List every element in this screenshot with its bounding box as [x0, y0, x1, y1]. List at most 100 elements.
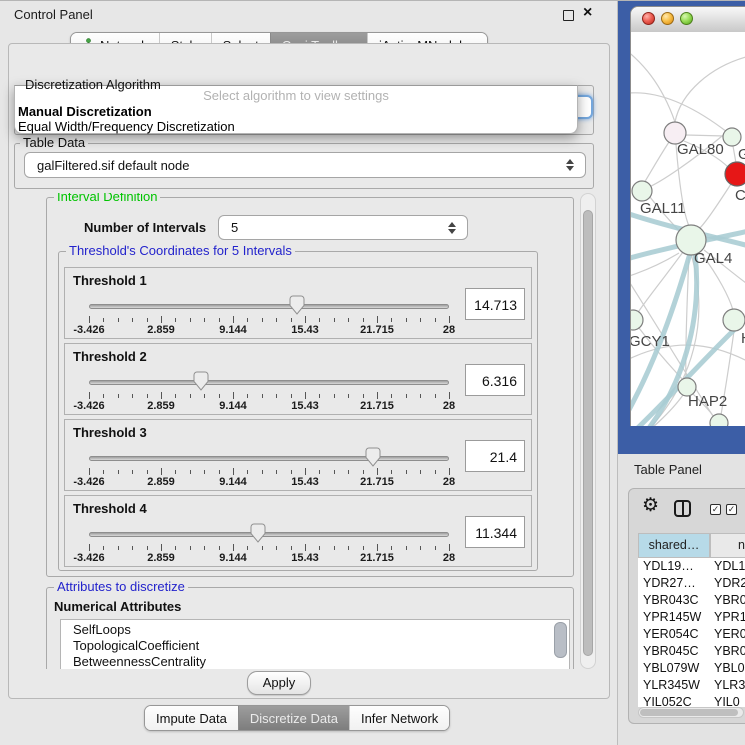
- list-item[interactable]: SelfLoops: [61, 622, 569, 638]
- checkbox-icon[interactable]: ✓: [710, 504, 721, 515]
- columns-icon[interactable]: [674, 500, 691, 517]
- settings-scroll-viewport: Interval Definition Number of Intervals …: [44, 193, 578, 669]
- table-body: YDL19…YDL1YDR27…YDR2YBR043CYBR0YPR145WYP…: [638, 558, 745, 707]
- node-label: GA: [738, 146, 745, 163]
- slider-ticks: [89, 468, 449, 476]
- apply-button[interactable]: Apply: [247, 671, 311, 695]
- network-node[interactable]: [632, 181, 652, 201]
- table-data-value: galFiltered.sif default node: [25, 158, 561, 173]
- float-window-icon[interactable]: [563, 10, 574, 21]
- threshold-4-value-field[interactable]: 11.344: [465, 516, 525, 548]
- threshold-3-slider-thumb[interactable]: [365, 447, 381, 467]
- slider-tick-labels: -3.4262.8599.14415.4321.71528: [89, 476, 449, 488]
- table-row[interactable]: YDL19…YDL1: [638, 558, 745, 575]
- tab-discretize-data[interactable]: Discretize Data: [238, 706, 349, 730]
- scrollbar-thumb[interactable]: [640, 709, 738, 716]
- network-node[interactable]: [723, 128, 741, 146]
- threshold-1-slider-thumb[interactable]: [289, 295, 305, 315]
- table-row[interactable]: YBL079WYBL0: [638, 660, 745, 677]
- zoom-window-icon[interactable]: [680, 12, 693, 25]
- threshold-2-slider-track[interactable]: [89, 380, 449, 385]
- scrollbar-thumb[interactable]: [583, 210, 593, 656]
- table-row[interactable]: YLR345WYLR3: [638, 677, 745, 694]
- minimize-window-icon[interactable]: [661, 12, 674, 25]
- control-panel-window: Control Panel × Network Style: [0, 1, 618, 745]
- network-window-titlebar[interactable]: [631, 7, 745, 33]
- list-item[interactable]: TopologicalCoefficient: [61, 638, 569, 654]
- slider-ticks: [89, 392, 449, 400]
- list-scrollbar[interactable]: [554, 622, 567, 658]
- threshold-1-panel: Threshold 1 -3.4262.8599.14415.4321.7152…: [64, 267, 532, 339]
- settings-scrollbar[interactable]: [580, 193, 596, 669]
- slider-ticks: [89, 544, 449, 552]
- node-label: GCY1: [631, 333, 670, 350]
- threshold-4-panel: Threshold 4 -3.4262.8599.14415.4321.7152…: [64, 495, 532, 567]
- threshold-3-label: Threshold 3: [73, 425, 147, 440]
- threshold-4-slider-track[interactable]: [89, 532, 449, 537]
- tab-infer-network[interactable]: Infer Network: [349, 706, 449, 730]
- column-header-name[interactable]: na: [710, 533, 745, 558]
- slider-tick-labels: -3.4262.8599.14415.4321.71528: [89, 552, 449, 564]
- table-data-group-title: Table Data: [20, 136, 88, 150]
- threshold-2-label: Threshold 2: [73, 349, 147, 364]
- slider-ticks: [89, 316, 449, 324]
- threshold-1-value-field[interactable]: 14.713: [465, 288, 525, 320]
- node-label: GAL4: [694, 250, 732, 267]
- threshold-1-label: Threshold 1: [73, 273, 147, 288]
- threshold-4-label: Threshold 4: [73, 501, 147, 516]
- window-title: Control Panel: [14, 7, 93, 22]
- numerical-attributes-label: Numerical Attributes: [54, 599, 181, 614]
- tab-impute-data[interactable]: Impute Data: [145, 706, 238, 730]
- threshold-3-slider-track[interactable]: [89, 456, 449, 461]
- dropdown-option-equal-width-frequency[interactable]: Equal Width/Frequency Discretization: [18, 119, 235, 134]
- algorithm-dropdown-popup: Select algorithm to view settings Manual…: [14, 85, 578, 134]
- threshold-3-value-field[interactable]: 21.4: [465, 440, 525, 472]
- table-row[interactable]: YIL052CYIL0: [638, 694, 745, 707]
- screen: Control Panel × Network Style: [0, 0, 745, 745]
- table-row[interactable]: YER054CYER0: [638, 626, 745, 643]
- network-window: GAL80GACGAL11GAL4GCY1HHAP2: [630, 6, 745, 426]
- list-item[interactable]: BetweennessCentrality: [61, 654, 569, 669]
- table-horizontal-scrollbar[interactable]: [638, 707, 744, 718]
- table-header-row: shared… na: [638, 533, 745, 558]
- node-label: GAL80: [677, 141, 724, 158]
- thresholds-group-title: Threshold's Coordinates for 5 Intervals: [66, 244, 295, 258]
- stepper-arrows-icon: [443, 222, 461, 234]
- close-window-icon[interactable]: [642, 12, 655, 25]
- network-node[interactable]: [710, 414, 728, 426]
- node-label: H: [741, 330, 745, 347]
- table-row[interactable]: YBR043CYBR0: [638, 592, 745, 609]
- node-label: GAL11: [640, 200, 686, 217]
- dropdown-option-manual-discretization[interactable]: Manual Discretization: [18, 104, 152, 119]
- network-graph: GAL80GACGAL11GAL4GCY1HHAP2: [631, 32, 745, 426]
- network-node[interactable]: [725, 162, 745, 186]
- discretization-algorithm-group-title: Discretization Algorithm: [22, 78, 164, 92]
- threshold-2-value-field[interactable]: 6.316: [465, 364, 525, 396]
- table-row[interactable]: YPR145WYPR1: [638, 609, 745, 626]
- numerical-attributes-list: SelfLoopsTopologicalCoefficientBetweenne…: [60, 619, 570, 669]
- stepper-arrows-icon: [561, 159, 579, 171]
- node-table: shared… na YDL19…YDL1YDR27…YDR2YBR043CYB…: [638, 533, 745, 707]
- network-node[interactable]: [723, 309, 745, 331]
- threshold-2-slider-thumb[interactable]: [193, 371, 209, 391]
- table-row[interactable]: YDR27…YDR2: [638, 575, 745, 592]
- slider-tick-labels: -3.4262.8599.14415.4321.71528: [89, 324, 449, 336]
- node-label: HAP2: [688, 393, 727, 410]
- table-panel-title: Table Panel: [634, 462, 702, 477]
- number-of-intervals-label: Number of Intervals: [84, 220, 206, 235]
- network-canvas[interactable]: GAL80GACGAL11GAL4GCY1HHAP2: [631, 32, 745, 426]
- gear-icon[interactable]: ⚙: [642, 496, 659, 516]
- bottom-tab-bar: Impute Data Discretize Data Infer Networ…: [144, 705, 450, 731]
- number-of-intervals-combobox[interactable]: 5: [218, 215, 468, 240]
- table-data-combobox[interactable]: galFiltered.sif default node: [24, 152, 586, 178]
- network-node[interactable]: [631, 310, 643, 330]
- column-header-shared[interactable]: shared…: [638, 533, 710, 558]
- table-row[interactable]: YBR045CYBR0: [638, 643, 745, 660]
- checkbox-icon[interactable]: ✓: [726, 504, 737, 515]
- slider-tick-labels: -3.4262.8599.14415.4321.71528: [89, 400, 449, 412]
- threshold-3-panel: Threshold 3 -3.4262.8599.14415.4321.7152…: [64, 419, 532, 491]
- close-icon[interactable]: ×: [583, 4, 592, 22]
- threshold-1-slider-track[interactable]: [89, 304, 449, 309]
- threshold-2-panel: Threshold 2 -3.4262.8599.14415.4321.7152…: [64, 343, 532, 415]
- threshold-4-slider-thumb[interactable]: [250, 523, 266, 543]
